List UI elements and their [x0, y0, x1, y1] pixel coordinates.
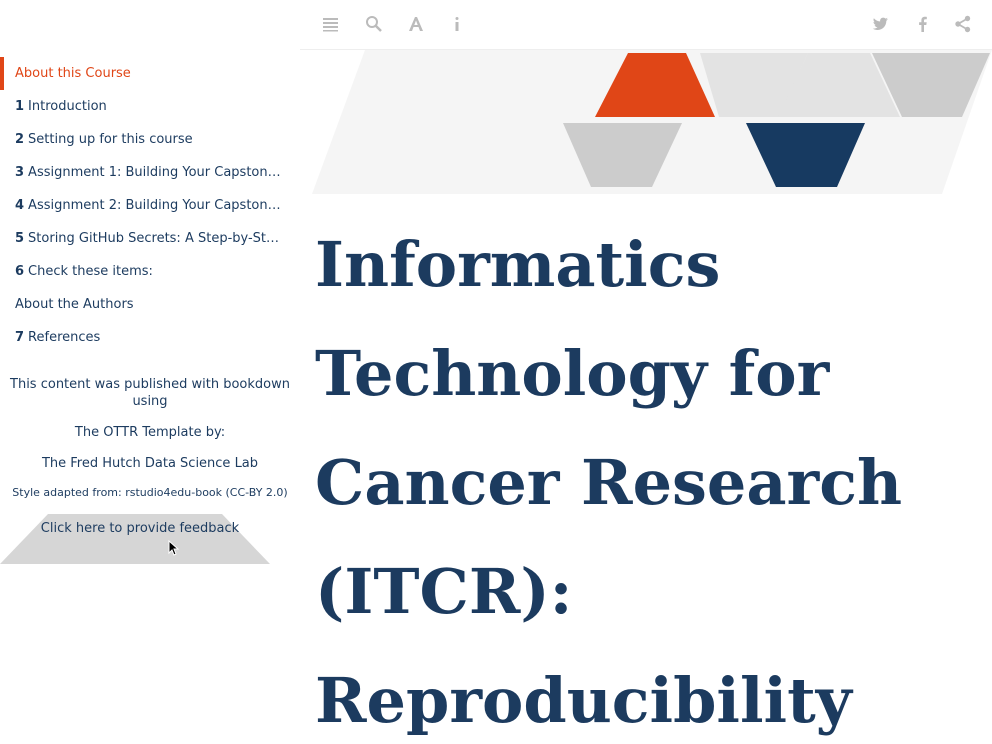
- feedback-label: Click here to provide feedback: [40, 521, 240, 536]
- toc-number: 6: [15, 264, 25, 279]
- toc-label: Storing GitHub Secrets: A Step-by-Step …: [28, 231, 285, 246]
- mouse-pointer-icon: [168, 540, 180, 556]
- toc-item-check-items[interactable]: 6 Check these items:: [0, 255, 285, 288]
- twitter-icon[interactable]: [872, 15, 890, 33]
- sidebar: About this Course 1 Introduction 2 Setting…: [0, 0, 300, 744]
- toc-item-assignment-1[interactable]: 3 Assignment 1: Building Your Capstone …: [0, 156, 285, 189]
- header-banner-image: [312, 50, 992, 194]
- feedback-button[interactable]: Click here to provide feedback: [0, 514, 270, 564]
- toc-item-github-secrets[interactable]: 5 Storing GitHub Secrets: A Step-by-Step …: [0, 222, 285, 255]
- toc-item-setting-up[interactable]: 2 Setting up for this course: [0, 123, 285, 156]
- toc-item-about-authors[interactable]: About the Authors: [0, 288, 285, 321]
- share-icon[interactable]: [954, 15, 972, 33]
- toc-label: References: [28, 330, 101, 345]
- toc-number: 7: [15, 330, 25, 345]
- style-credit-link[interactable]: Style adapted from: rstudio4edu-book (CC…: [0, 485, 300, 501]
- font-settings-icon[interactable]: [407, 15, 425, 33]
- toc-item-assignment-2[interactable]: 4 Assignment 2: Building Your Capstone …: [0, 189, 285, 222]
- toolbar: [300, 0, 992, 50]
- toc-item-about-course[interactable]: About this Course: [0, 57, 285, 90]
- published-with-link[interactable]: This content was published with bookdown…: [0, 376, 300, 410]
- facebook-icon[interactable]: [914, 15, 932, 33]
- toc-number: 1: [15, 99, 25, 114]
- toc-number: 5: [15, 231, 25, 246]
- toc-label: Assignment 1: Building Your Capstone …: [28, 165, 285, 180]
- fred-hutch-link[interactable]: The Fred Hutch Data Science Lab: [0, 455, 300, 472]
- toc-number: 2: [15, 132, 25, 147]
- toc-label: About this Course: [15, 66, 131, 81]
- info-icon[interactable]: [448, 15, 466, 33]
- search-icon[interactable]: [365, 15, 383, 33]
- toc-number: 4: [15, 198, 25, 213]
- page-title: Informatics Technology for Cancer Resear…: [315, 228, 903, 737]
- table-of-contents: About this Course 1 Introduction 2 Setting…: [0, 57, 300, 354]
- ottr-template-link[interactable]: The OTTR Template by:: [0, 424, 300, 441]
- toc-number: 3: [15, 165, 25, 180]
- toc-label: About the Authors: [15, 297, 134, 312]
- menu-icon[interactable]: [322, 15, 340, 33]
- toc-item-introduction[interactable]: 1 Introduction: [0, 90, 285, 123]
- toc-item-references[interactable]: 7 References: [0, 321, 285, 354]
- toc-label: Setting up for this course: [28, 132, 193, 147]
- toc-label: Introduction: [28, 99, 107, 114]
- main-content: Informatics Technology for Cancer Resear…: [300, 50, 992, 744]
- toc-label: Assignment 2: Building Your Capstone …: [28, 198, 285, 213]
- toc-label: Check these items:: [28, 264, 153, 279]
